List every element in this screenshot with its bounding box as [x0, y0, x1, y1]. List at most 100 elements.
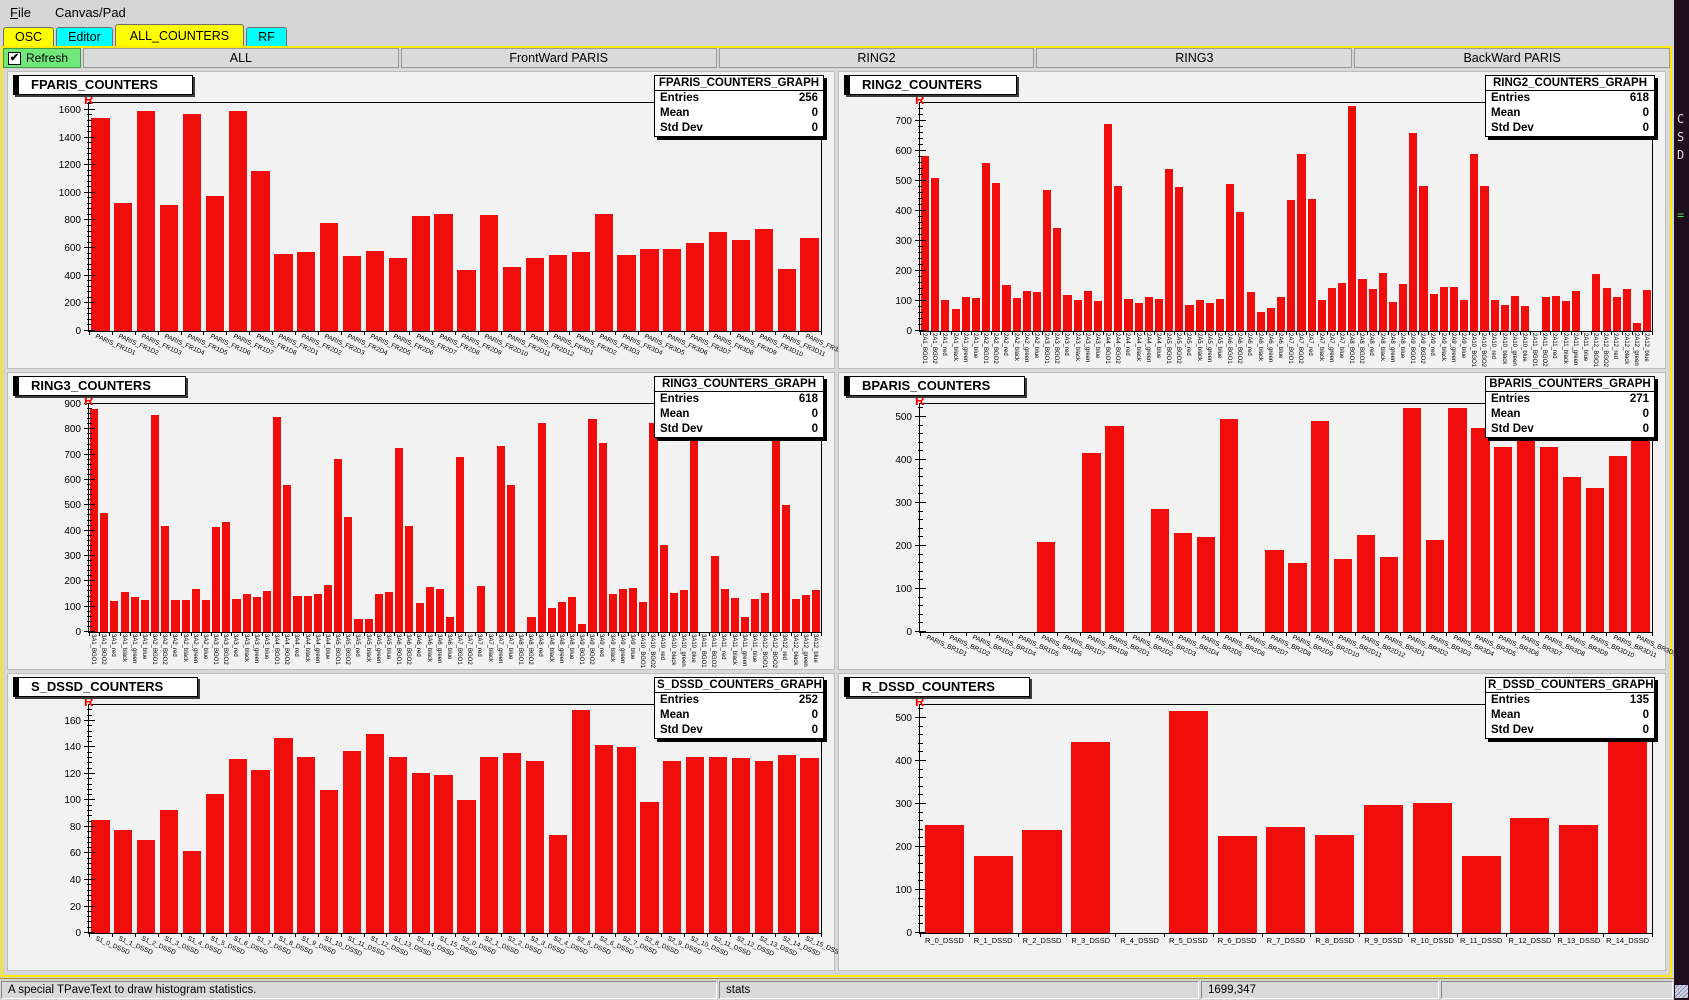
pad-ring2_counters[interactable]: RING2_COUNTERSRING2_COUNTERS_GRAPHEntrie… [838, 71, 1666, 369]
y-minor-tick [87, 514, 92, 515]
x-axis-labels: PARIS_FR1D1PARIS_FR1D2PARIS_FR1D3PARIS_F… [89, 331, 821, 367]
stats-label: Mean [1491, 106, 1520, 121]
stats-box[interactable]: R_DSSD_COUNTERS_GRAPHEntries135Mean0Std … [1485, 677, 1655, 739]
bar [1196, 300, 1204, 332]
y-minor-tick [87, 810, 92, 811]
pad-bparis_counters[interactable]: BPARIS_COUNTERS BPARIS_COUNTERS_GRAPHEntr… [838, 372, 1666, 670]
bar [578, 624, 586, 632]
y-minor-tick [87, 762, 92, 763]
bars-container [920, 103, 1652, 331]
x-tick-label: 2A12_black [1623, 333, 1629, 364]
stats-box[interactable]: S_DSSD_COUNTERS_GRAPHEntries252Mean0Std … [654, 677, 824, 739]
y-tick-label: 900 [64, 399, 81, 410]
y-minor-tick [918, 614, 923, 615]
tab-osc[interactable]: OSC [3, 27, 54, 47]
y-minor-tick [87, 709, 92, 710]
x-tick-label: 3A4_black [304, 634, 310, 662]
y-tick-label: 500 [64, 500, 81, 511]
menubar: File Canvas/Pad [0, 0, 1684, 24]
y-minor-tick [87, 626, 92, 627]
bar [365, 619, 373, 632]
toolbar-button-ring2[interactable]: RING2 [719, 48, 1035, 68]
toolbar-button-backward-paris[interactable]: BackWard PARIS [1354, 48, 1670, 68]
toolbar-button-all[interactable]: ALL [83, 48, 399, 68]
y-minor-tick [87, 120, 92, 121]
resize-grip-icon[interactable] [1675, 985, 1688, 998]
tab-rf[interactable]: RF [246, 27, 287, 47]
bar [1267, 308, 1275, 331]
refresh-toggle[interactable]: ✔ Refresh [3, 48, 81, 68]
x-tick-label: 2A7_blue [1338, 333, 1344, 358]
counters-toolbar: ✔ Refresh ALLFrontWard PARISRING2RING3Ba… [3, 48, 1670, 68]
pad-fparis_counters[interactable]: FPARIS_COUNTERSFPARIS_COUNTERS_GRAPHEntr… [7, 71, 835, 369]
stats-label: Entries [1491, 91, 1530, 106]
bar [1037, 542, 1055, 632]
bar [1338, 283, 1346, 331]
checkbox-checked-icon[interactable]: ✔ [8, 52, 21, 65]
y-tick-label: 600 [895, 146, 912, 157]
y-minor-tick [87, 884, 92, 885]
toolbar-button-ring3[interactable]: RING3 [1036, 48, 1352, 68]
histogram-title: BPARIS_COUNTERS [844, 376, 1025, 396]
x-tick-label: 2A8_BGO1 [1348, 333, 1354, 364]
y-major-tick [915, 150, 926, 151]
y-tick-label: 0 [906, 326, 912, 337]
toolbar-button-frontward-paris[interactable]: FrontWard PARIS [401, 48, 717, 68]
stats-label: Mean [1491, 407, 1520, 422]
y-minor-tick [918, 923, 923, 924]
y-tick-label: 600 [64, 475, 81, 486]
y-minor-tick [87, 253, 92, 254]
y-tick-label: 400 [64, 271, 81, 282]
y-minor-tick [918, 528, 923, 529]
x-tick-label: 3A12_red [781, 634, 787, 660]
pad-r_dssd_counters[interactable]: R_DSSD_COUNTERSR_DSSD_COUNTERS_GRAPHEntr… [838, 673, 1666, 971]
stats-label: Entries [1491, 392, 1530, 407]
bar [1082, 453, 1100, 632]
tab-all_counters[interactable]: ALL_COUNTERS [115, 24, 244, 47]
pad-s_dssd_counters[interactable]: S_DSSD_COUNTERSS_DSSD_COUNTERS_GRAPHEntr… [7, 673, 835, 971]
y-minor-tick [87, 197, 92, 198]
x-tick-label: 2A2_BGO1 [982, 333, 988, 364]
stats-row-entries: Entries618 [1486, 91, 1654, 106]
bar [1521, 306, 1529, 331]
y-major-tick [915, 545, 926, 546]
bar [1297, 154, 1305, 331]
menu-file[interactable]: File [10, 5, 31, 20]
y-minor-tick [87, 821, 92, 822]
y-minor-tick [87, 214, 92, 215]
y-tick-label: 300 [895, 498, 912, 509]
stats-row-stddev: Std Dev0 [655, 121, 823, 136]
stats-box[interactable]: BPARIS_COUNTERS_GRAPHEntries271Mean0Std … [1485, 376, 1655, 438]
y-major-tick [84, 109, 95, 110]
status-bar: A special TPaveText to draw histogram st… [0, 978, 1674, 1000]
x-axis-labels: 2A1_BGO12A1_BGO22A1_red2A1_black2A1_gree… [920, 331, 1652, 367]
x-tick-label: 2A5_blue [1216, 333, 1222, 358]
y-minor-tick [87, 175, 92, 176]
x-tick-label: 2A3_red [1063, 333, 1069, 356]
y-minor-tick [87, 459, 92, 460]
bar [617, 747, 635, 933]
bar [792, 599, 800, 632]
stats-box[interactable]: RING2_COUNTERS_GRAPHEntries618Mean0Std D… [1485, 75, 1655, 137]
bar [385, 592, 393, 632]
y-minor-tick [87, 736, 92, 737]
pad-ring3_counters[interactable]: RING3_COUNTERSRING3_COUNTERS_GRAPHEntrie… [7, 372, 835, 670]
bar [649, 423, 657, 632]
y-minor-tick [918, 571, 923, 572]
stats-box[interactable]: FPARIS_COUNTERS_GRAPHEntries256Mean0Std … [654, 75, 824, 137]
y-minor-tick [87, 911, 92, 912]
stats-box[interactable]: RING3_COUNTERS_GRAPHEntries618Mean0Std D… [654, 376, 824, 438]
y-tick-label: 400 [64, 526, 81, 537]
menu-canvas-pad[interactable]: Canvas/Pad [55, 5, 126, 20]
bar [1022, 830, 1061, 933]
bar [477, 586, 485, 632]
bar [137, 840, 155, 933]
x-tick-label: 3A9_blue [629, 634, 635, 659]
bar [114, 203, 132, 332]
stats-label: Std Dev [1491, 422, 1534, 437]
tab-editor[interactable]: Editor [56, 27, 113, 47]
bar [962, 297, 970, 332]
bar [1063, 295, 1071, 331]
bar [273, 417, 281, 632]
bar [732, 240, 750, 331]
